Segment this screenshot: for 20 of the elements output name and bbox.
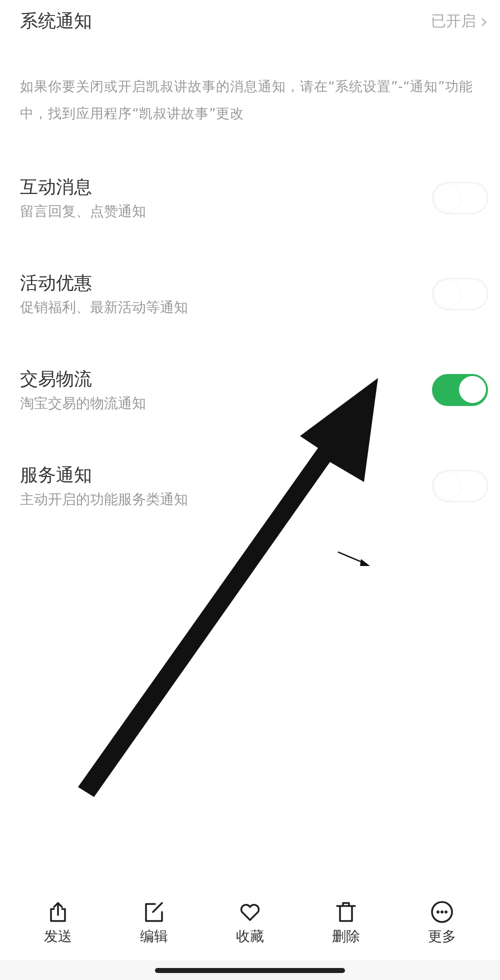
description: 如果你要关闭或开启凯叔讲故事的消息通知，请在“系统设置”-“通知”功能中，找到应用程序“凯叔讲故事”更改	[20, 78, 474, 124]
setting-subtitle: 淘宝交易的物流通知	[20, 395, 146, 413]
setting-subtitle: 主动开启的功能服务类通知	[20, 491, 188, 509]
setting-title: 活动优惠	[20, 272, 93, 295]
trash-icon	[334, 900, 358, 924]
setting-subtitle: 促销福利、最新活动等通知	[20, 299, 188, 317]
home-indicator[interactable]	[155, 968, 345, 972]
toolbar-button[interactable]: 发送	[28, 900, 88, 946]
toolbar-button[interactable]: 删除	[316, 900, 376, 946]
toggle-switch[interactable]	[432, 374, 488, 406]
setting-subtitle: 留言回复、点赞通知	[20, 203, 146, 221]
section-title: 系统通知	[20, 10, 92, 33]
toolbar-button[interactable]: 收藏	[220, 900, 280, 946]
toolbar-button[interactable]: 更多	[412, 900, 472, 946]
setting-title: 交易物流	[20, 368, 93, 391]
setting-title: 互动消息	[20, 176, 93, 199]
toolbar-button[interactable]: 编辑	[124, 900, 184, 946]
setting-title: 服务通知	[20, 464, 93, 487]
more-icon	[430, 900, 454, 924]
edit-icon	[142, 900, 166, 924]
